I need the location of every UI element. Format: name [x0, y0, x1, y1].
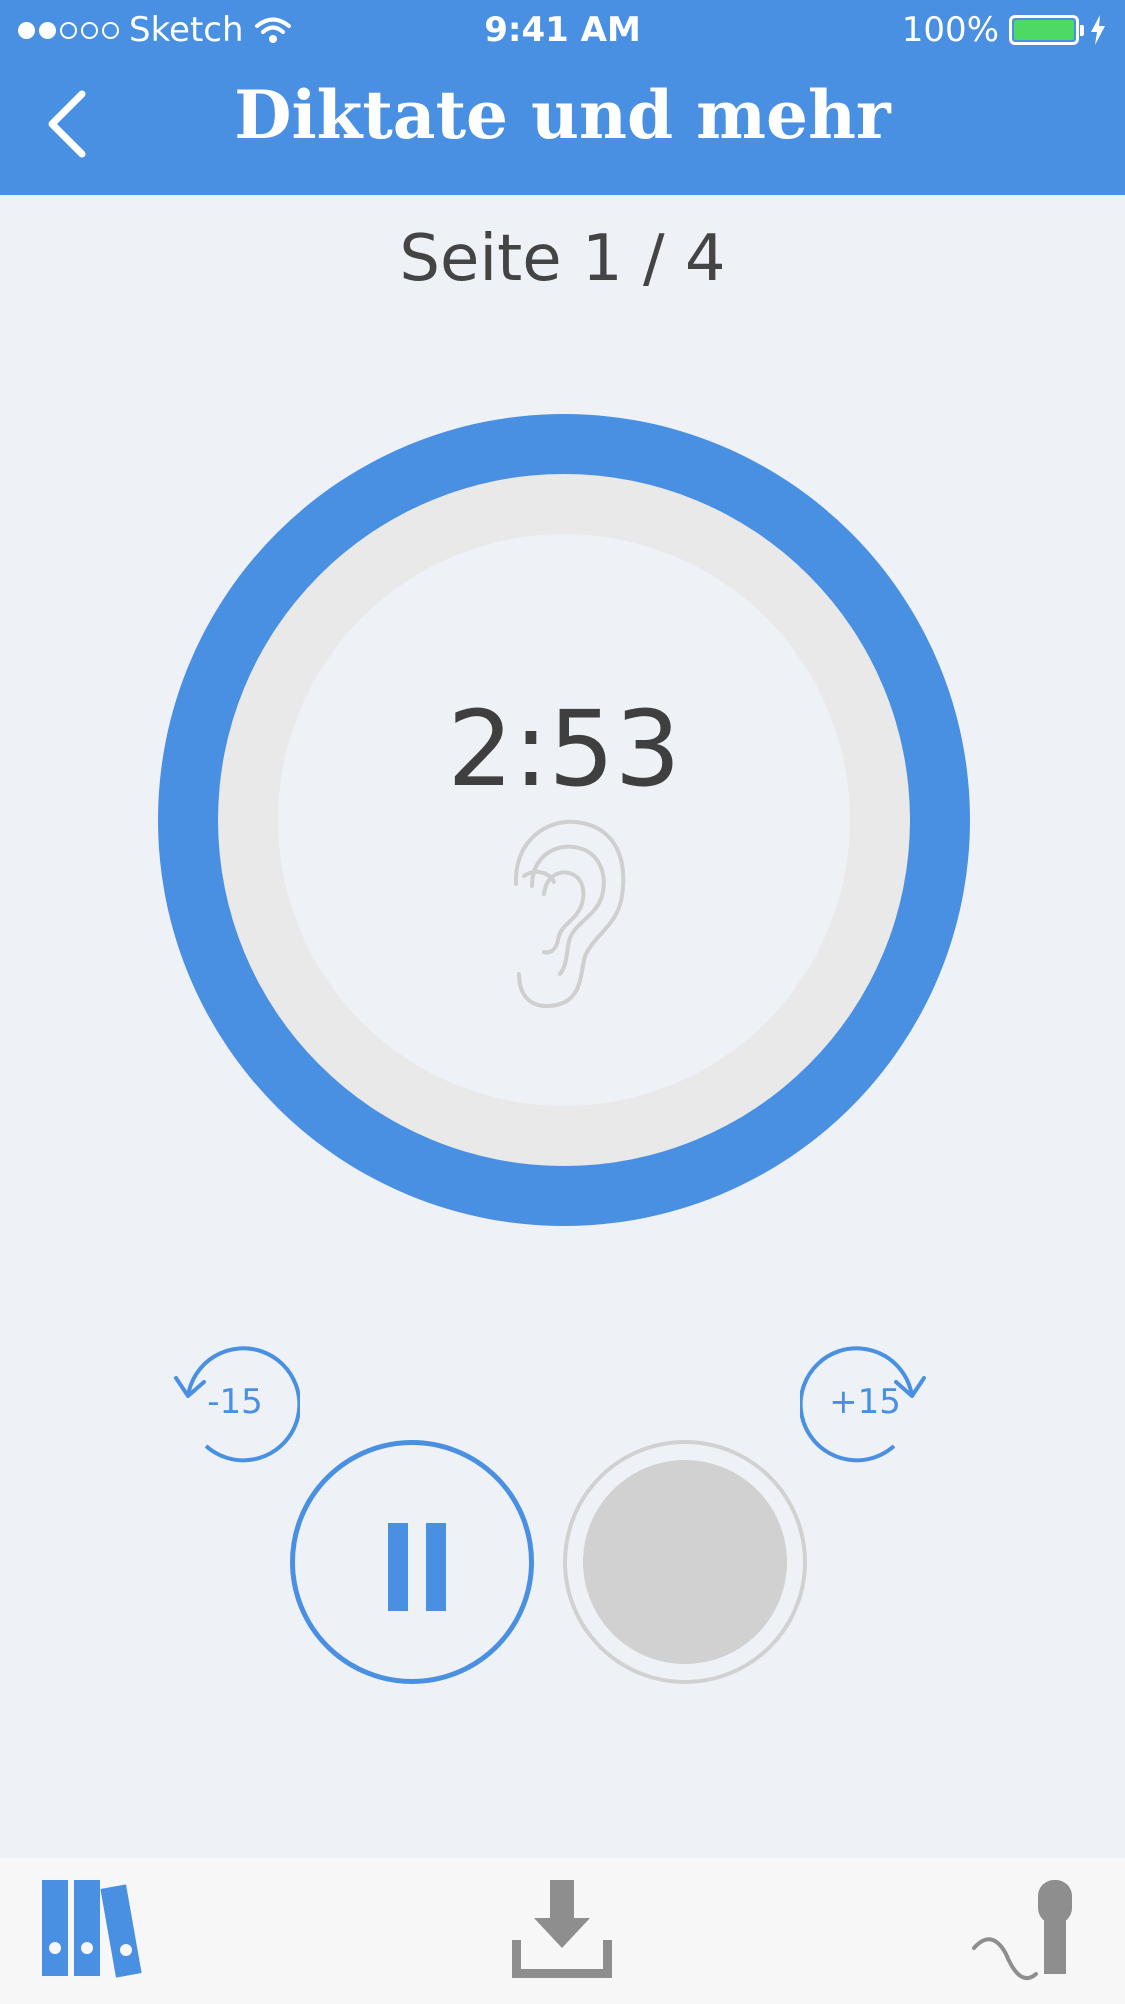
microphone-icon: [972, 1880, 1072, 1980]
playback-progress-ring: 2:53: [158, 414, 970, 1226]
tab-library[interactable]: [40, 1878, 155, 1982]
nav-bar: Diktate und mehr: [0, 62, 1125, 195]
battery-icon: [1009, 15, 1084, 45]
page-indicator: Seite 1 / 4: [399, 222, 726, 296]
status-right: 100%: [902, 10, 1107, 50]
charging-icon: [1091, 15, 1105, 45]
skip-forward-label: +15: [829, 1382, 901, 1422]
skip-back-label: -15: [207, 1382, 263, 1422]
battery-percent: 100%: [901, 10, 999, 50]
ear-icon: [513, 819, 626, 1009]
download-icon: [511, 1880, 613, 1979]
tab-downloads[interactable]: [511, 1878, 613, 1982]
pause-icon: [388, 1523, 408, 1611]
library-icon: [42, 1880, 142, 1978]
tab-bar: [0, 1858, 1125, 2004]
skip-forward-15-button[interactable]: +15: [800, 1340, 930, 1470]
tab-record[interactable]: [970, 1878, 1080, 1992]
status-bar: Sketch 9:41 AM 100%: [0, 0, 1125, 62]
pause-icon-bar: [426, 1523, 446, 1611]
playback-time: 2:53: [447, 688, 681, 810]
skip-back-15-button[interactable]: -15: [170, 1340, 300, 1470]
record-button[interactable]: [563, 1440, 807, 1684]
header: Sketch 9:41 AM 100% Diktate und mehr: [0, 0, 1125, 195]
page-title: Diktate und mehr: [234, 76, 891, 154]
record-icon: [583, 1460, 787, 1664]
pause-button[interactable]: [290, 1440, 534, 1684]
